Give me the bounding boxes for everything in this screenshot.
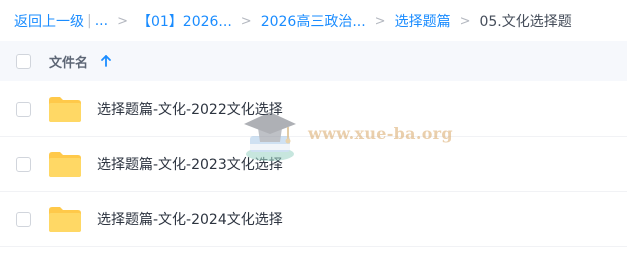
breadcrumb-separator: > — [374, 13, 386, 29]
breadcrumb-item-politics[interactable]: 2026高三政治... — [261, 11, 366, 31]
graduation-cap-icon — [244, 112, 296, 161]
folder-icon — [49, 207, 81, 232]
row-checkbox[interactable] — [16, 212, 31, 227]
row-checkbox[interactable] — [16, 157, 31, 172]
watermark-text: www.xue-ba.org — [308, 124, 453, 143]
breadcrumb-item-choice[interactable]: 选择题篇 — [395, 11, 451, 31]
breadcrumb-separator: > — [117, 13, 128, 29]
table-row[interactable]: 选择题篇-文化-2024文化选择 — [0, 192, 627, 247]
table-header: 文件名 — [0, 41, 627, 81]
folder-icon — [49, 152, 81, 177]
file-browser: 返回上一级 | ... > 【01】2026... > 2026高三政治... … — [0, 0, 627, 253]
breadcrumb-separator: > — [240, 13, 252, 29]
breadcrumb: 返回上一级 | ... > 【01】2026... > 2026高三政治... … — [14, 9, 572, 33]
file-name[interactable]: 选择题篇-文化-2024文化选择 — [97, 209, 283, 229]
breadcrumb-separator: > — [459, 13, 471, 29]
breadcrumb-ellipsis[interactable]: ... — [95, 13, 108, 29]
select-all-checkbox[interactable] — [16, 53, 31, 69]
back-link[interactable]: 返回上一级 — [14, 11, 84, 31]
row-checkbox[interactable] — [16, 102, 31, 117]
breadcrumb-item-2026[interactable]: 【01】2026... — [137, 11, 232, 31]
sort-ascending-icon[interactable] — [100, 53, 112, 69]
column-header-filename[interactable]: 文件名 — [49, 52, 88, 71]
breadcrumb-current: 05.文化选择题 — [479, 14, 572, 30]
folder-icon — [49, 97, 81, 122]
breadcrumb-divider: | — [87, 13, 92, 29]
watermark: www.xue-ba.org — [238, 102, 458, 164]
